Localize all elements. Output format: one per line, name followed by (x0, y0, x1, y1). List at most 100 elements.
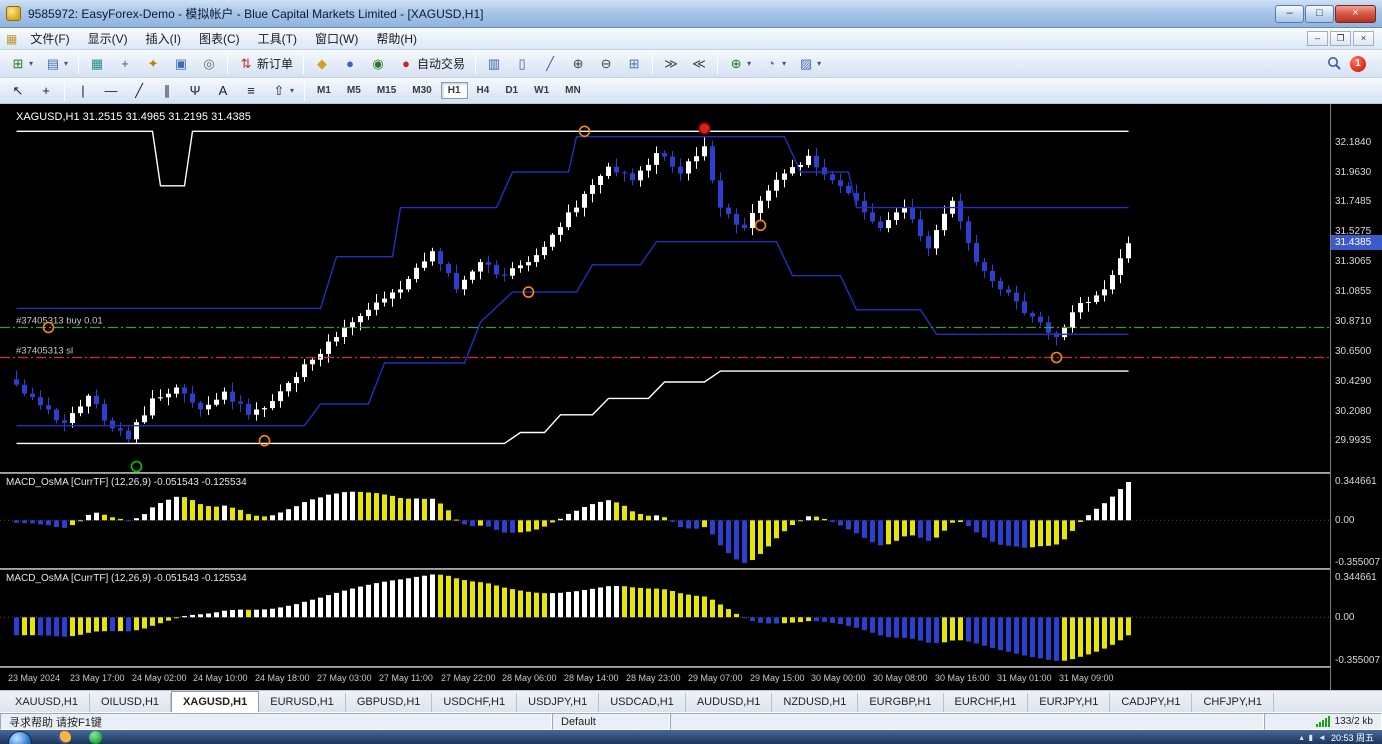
dropdown-arrow-icon: ▾ (29, 59, 34, 68)
search-icon[interactable] (1327, 56, 1342, 71)
time-axis-label: 24 May 18:00 (255, 673, 310, 683)
toolbar-separator (652, 53, 654, 74)
menu-item-3[interactable]: 插入(I) (137, 28, 190, 49)
channel-button[interactable]: ∥ (154, 79, 180, 102)
chart-document-icon: ▦ (6, 31, 18, 46)
chart-tab-eurgbp[interactable]: EURGBP,H1 (858, 693, 944, 712)
toolbar-separator (303, 53, 305, 74)
menu-item-1[interactable]: 文件(F) (21, 28, 78, 49)
zoom-out-button[interactable]: ⊖ (593, 52, 619, 75)
vertical-line-button[interactable]: | (70, 79, 96, 102)
close-button[interactable]: × (1335, 4, 1376, 23)
chart-tab-usdjpy[interactable]: USDJPY,H1 (517, 693, 600, 712)
chart-tab-oilusd[interactable]: OILUSD,H1 (90, 693, 172, 712)
internet-icon: ◉ (372, 55, 384, 71)
experts-button[interactable]: ● (337, 52, 363, 75)
indicator-panel-1[interactable] (0, 474, 1330, 568)
auto-scroll-button[interactable]: ≫ (658, 52, 684, 75)
start-button[interactable] (8, 731, 32, 744)
timeframe-h1[interactable]: H1 (440, 82, 468, 99)
chart-tab-usdchf[interactable]: USDCHF,H1 (432, 693, 518, 712)
chart-tab-usdcad[interactable]: USDCAD,H1 (599, 693, 686, 712)
menu-item-6[interactable]: 窗口(W) (306, 28, 367, 49)
autotrading-button[interactable]: ● 自动交易 (393, 52, 470, 75)
dropdown-arrow-icon: ▾ (817, 59, 822, 68)
internet-button[interactable]: ◉ (365, 52, 391, 75)
cursor-button[interactable]: ↖ (5, 79, 31, 102)
chart-restore-button[interactable]: ❐ (1330, 31, 1351, 46)
price-axis[interactable]: 32.1840 31.9630 31.7485 31.5275 31.3065 31.08… (1330, 104, 1382, 690)
timeframe-mn[interactable]: MN (558, 82, 588, 99)
status-profile[interactable]: Default (552, 713, 670, 730)
chart-shift-button[interactable]: ≪ (686, 52, 712, 75)
timeframe-h4[interactable]: H4 (470, 82, 497, 99)
horizontal-line-button[interactable]: — (98, 79, 124, 102)
text-button[interactable]: A (210, 79, 236, 102)
metaeditor-button[interactable]: ◆ (309, 52, 335, 75)
tray-volume-icon[interactable]: ◄ (1318, 733, 1326, 742)
arrows-button[interactable]: ⇧ ▾ (266, 79, 299, 102)
templates-button[interactable]: ▨ ▾ (793, 52, 826, 75)
timeframe-m15[interactable]: M15 (370, 82, 403, 99)
tray-network-icon[interactable]: ▮ (1309, 733, 1313, 742)
chart-minimize-button[interactable]: – (1307, 31, 1328, 46)
indicator-1-label: MACD_OsMA [CurrTF] (12,26,9) -0.051543 -… (6, 477, 247, 488)
chart-tab-xagusd[interactable]: XAGUSD,H1 (171, 691, 260, 712)
fibonacci-button[interactable]: ≡ (238, 79, 264, 102)
main-price-chart[interactable]: #37405313 buy 0.01 #37405313 sl (0, 104, 1330, 472)
menu-item-5[interactable]: 工具(T) (249, 28, 306, 49)
status-help-text: 寻求帮助 请按F1键 (0, 713, 552, 730)
trendline-button[interactable]: ╱ (126, 79, 152, 102)
bar-chart-button[interactable]: ▥ (481, 52, 507, 75)
time-axis-label: 29 May 07:00 (688, 673, 743, 683)
taskbar-clock[interactable]: 20:53 周五 (1331, 731, 1374, 744)
indicator-axis-label: 0.00 (1335, 612, 1355, 623)
crosshair-button[interactable]: + (33, 79, 59, 102)
tile-windows-button[interactable]: ⊞ (621, 52, 647, 75)
chart-tab-xauusd[interactable]: XAUUSD,H1 (4, 693, 90, 712)
bar-chart-icon: ▥ (487, 55, 501, 71)
strategy-tester-button[interactable]: ◎ (196, 52, 222, 75)
timeframe-w1[interactable]: W1 (527, 82, 556, 99)
timeframe-m1[interactable]: M1 (310, 82, 338, 99)
indicator-panel-2[interactable] (0, 570, 1330, 666)
browser-taskbar-icon[interactable] (58, 731, 71, 744)
terminal-button[interactable]: ▣ (168, 52, 194, 75)
indicators-button[interactable]: ⊕ ▾ (723, 52, 756, 75)
maximize-button[interactable]: □ (1305, 4, 1334, 23)
time-axis[interactable]: 23 May 2024 23 May 17:00 24 May 02:00 24 Ma… (0, 668, 1330, 690)
navigator-button[interactable]: ✦ (140, 52, 166, 75)
tray-show-hidden-icon[interactable]: ▴ (1300, 733, 1304, 742)
periods-button[interactable]: ◔ ▾ (758, 52, 791, 75)
menu-item-4[interactable]: 图表(C) (190, 28, 249, 49)
line-chart-button[interactable]: ╱ (537, 52, 563, 75)
chart-tab-chfjpy[interactable]: CHFJPY,H1 (1192, 693, 1274, 712)
chart-tab-nzdusd[interactable]: NZDUSD,H1 (772, 693, 859, 712)
notification-badge[interactable]: 1 (1350, 55, 1366, 72)
new-order-button[interactable]: ⇅ 新订单 (233, 52, 298, 75)
connection-status: 133/2 kb (1264, 713, 1382, 730)
chart-tab-eurchf[interactable]: EURCHF,H1 (944, 693, 1029, 712)
chart-close-button[interactable]: × (1353, 31, 1374, 46)
menu-item-2[interactable]: 显示(V) (79, 28, 137, 49)
profiles-button[interactable]: ▤ ▾ (40, 52, 73, 75)
chart-tab-eurjpy[interactable]: EURJPY,H1 (1028, 693, 1111, 712)
minimize-button[interactable]: – (1275, 4, 1304, 23)
chart-tab-gbpusd[interactable]: GBPUSD,H1 (346, 693, 433, 712)
candle-chart-button[interactable]: ▯ (509, 52, 535, 75)
system-tray[interactable]: ▴ ▮ ◄ 20:53 周五 (1300, 731, 1382, 744)
chart-tab-eurusd[interactable]: EURUSD,H1 (259, 693, 346, 712)
data-window-button[interactable]: + (112, 52, 138, 75)
pitchfork-button[interactable]: Ψ (182, 79, 208, 102)
market-watch-button[interactable]: ▦ (84, 52, 110, 75)
menu-item-7[interactable]: 帮助(H) (367, 28, 426, 49)
chart-tab-cadjpy[interactable]: CADJPY,H1 (1110, 693, 1193, 712)
new-chart-button[interactable]: ⊞ ▾ (5, 52, 38, 75)
indicator-axis-label: -0.355007 (1335, 655, 1381, 666)
chart-tab-audusd[interactable]: AUDUSD,H1 (686, 693, 773, 712)
timeframe-m5[interactable]: M5 (340, 82, 368, 99)
app-taskbar-icon[interactable] (89, 731, 102, 744)
timeframe-d1[interactable]: D1 (498, 82, 525, 99)
zoom-in-button[interactable]: ⊕ (565, 52, 591, 75)
timeframe-m30[interactable]: M30 (405, 82, 438, 99)
